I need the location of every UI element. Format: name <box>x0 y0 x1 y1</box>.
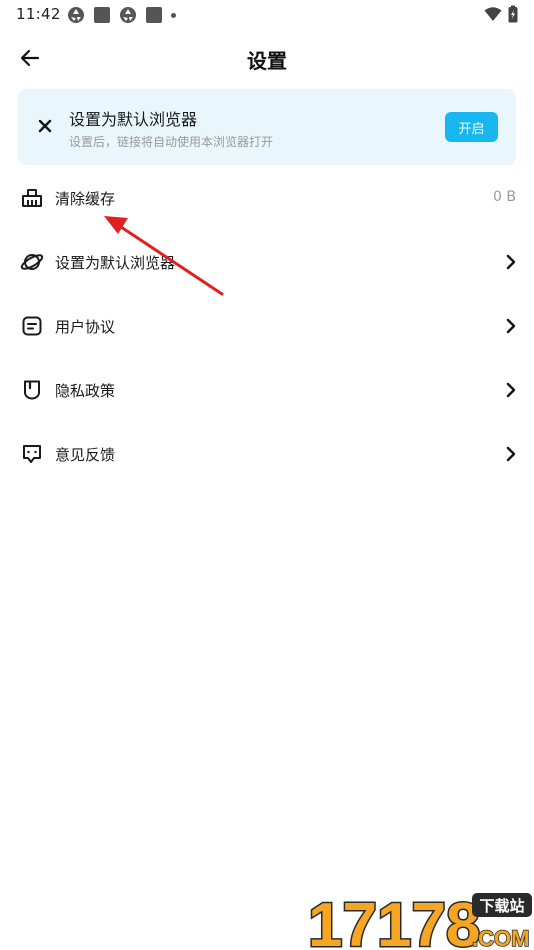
square-notification-icon <box>94 7 110 23</box>
settings-item-privacy-policy[interactable]: 隐私政策 <box>0 358 534 422</box>
settings-item-label: 意见反馈 <box>55 446 116 464</box>
status-bar: 11:42 <box>0 0 534 30</box>
svg-text:.COM: .COM <box>472 926 529 950</box>
chevron-right-icon <box>506 382 516 398</box>
settings-item-label: 清除缓存 <box>55 190 116 208</box>
chevron-right-icon <box>506 446 516 462</box>
close-icon <box>38 119 52 133</box>
planet-icon <box>20 254 44 270</box>
svg-text:17178: 17178 <box>308 891 480 950</box>
settings-item-clear-cache[interactable]: 清除缓存 0 B <box>0 166 534 230</box>
settings-item-feedback[interactable]: 意见反馈 <box>0 422 534 486</box>
settings-item-label: 用户协议 <box>55 318 116 336</box>
aperture-icon <box>68 7 84 23</box>
shield-icon <box>24 380 40 400</box>
status-time: 11:42 <box>16 5 61 23</box>
dot-icon <box>171 12 176 18</box>
document-icon <box>22 316 42 336</box>
battery-charging-icon <box>508 5 518 23</box>
default-browser-banner: 设置为默认浏览器 设置后，链接将自动使用本浏览器打开 开启 <box>18 89 516 165</box>
chevron-right-icon <box>506 254 516 270</box>
banner-close-button[interactable] <box>36 117 54 135</box>
enable-button[interactable]: 开启 <box>445 112 498 142</box>
svg-text:下载站: 下载站 <box>479 897 524 915</box>
wifi-icon <box>484 7 502 21</box>
banner-subtitle: 设置后，链接将自动使用本浏览器打开 <box>69 135 274 149</box>
settings-item-user-agreement[interactable]: 用户协议 <box>0 294 534 358</box>
square-notification-icon <box>146 7 162 23</box>
settings-list: 清除缓存 0 B 设置为默认浏览器 用户协议 隐私政策 意见反馈 <box>0 166 534 486</box>
feedback-icon <box>23 445 41 463</box>
settings-item-label: 隐私政策 <box>55 382 116 400</box>
banner-title: 设置为默认浏览器 <box>69 110 198 129</box>
header: 设置 <box>0 30 534 86</box>
aperture-icon <box>120 7 136 23</box>
chevron-right-icon <box>506 318 516 334</box>
cache-size-value: 0 B <box>493 189 516 205</box>
watermark-logo: 17178 下载站 .COM <box>307 890 532 950</box>
broom-icon <box>22 189 42 207</box>
page-title: 设置 <box>247 49 287 73</box>
settings-item-label: 设置为默认浏览器 <box>55 254 176 272</box>
status-system-icons <box>484 5 518 23</box>
settings-item-default-browser[interactable]: 设置为默认浏览器 <box>0 230 534 294</box>
status-notification-icons <box>67 6 176 24</box>
